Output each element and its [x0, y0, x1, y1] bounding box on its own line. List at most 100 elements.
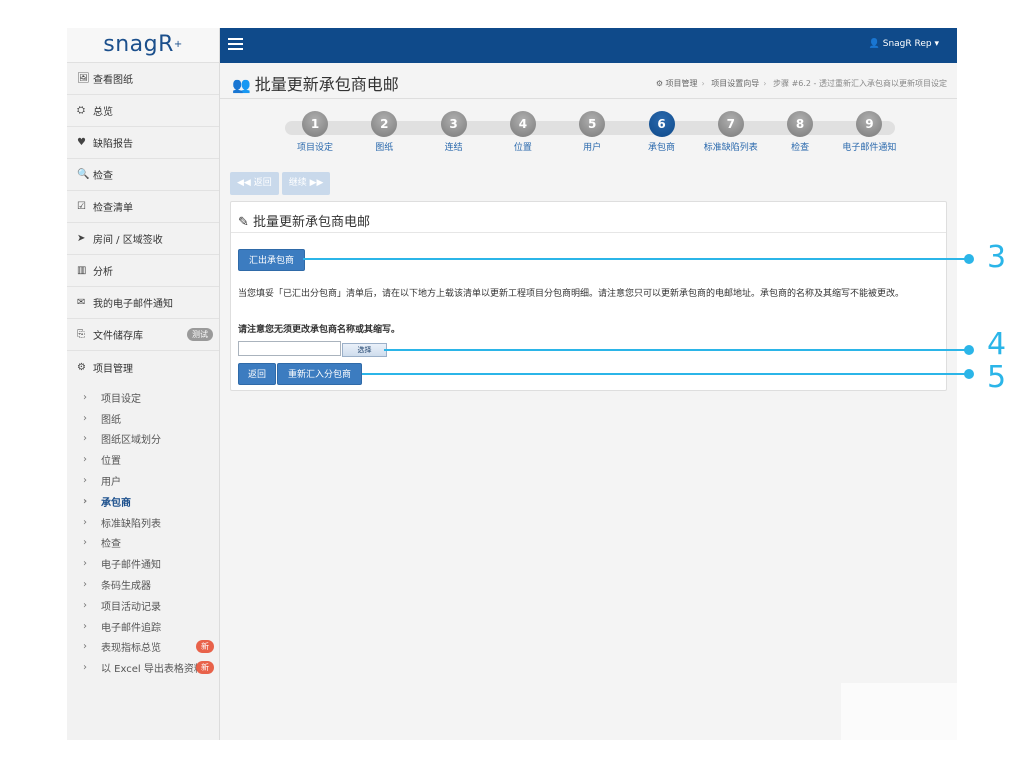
file-path-input[interactable]	[238, 341, 341, 356]
step-label: 检查	[791, 143, 810, 153]
submenu-item[interactable]: › 图纸	[67, 408, 219, 429]
sidebar-item-icon: ⎘	[77, 329, 85, 340]
submenu-item[interactable]: › 用户	[67, 470, 219, 491]
submenu-item[interactable]: › 电子邮件追踪	[67, 616, 219, 637]
new-badge: 新	[196, 661, 214, 675]
chevron-right-icon: ›	[83, 558, 87, 570]
sidebar-item[interactable]: ⎘ 文件储存库 测试	[67, 319, 219, 351]
step-number: 5	[579, 111, 606, 137]
wizard-step[interactable]: 4 位置	[488, 111, 558, 153]
top-bar: 👤 SnagR Rep ▾	[220, 28, 957, 63]
breadcrumb-item[interactable]: 项目管理	[666, 79, 698, 88]
submenu-item[interactable]: › 项目设定	[67, 387, 219, 408]
step-label: 用户	[583, 143, 602, 153]
sidebar-item-icon: ♥	[77, 137, 86, 148]
note-text: 请注意您无须更改承包商名称或其缩写。	[238, 325, 401, 335]
test-badge: 测试	[187, 328, 213, 341]
logo[interactable]: snagR+	[67, 28, 219, 63]
chevron-right-icon: ›	[83, 599, 87, 611]
export-contractors-button[interactable]: 汇出承包商	[238, 249, 306, 271]
wizard-step[interactable]: 2 图纸	[349, 111, 419, 153]
wizard-step[interactable]: 8 检查	[765, 111, 835, 153]
new-badge: 新	[196, 640, 214, 654]
sidebar-item[interactable]: ▥ 分析	[67, 255, 219, 287]
wizard-step[interactable]: 1 项目设定	[280, 111, 350, 153]
step-label: 承包商	[647, 143, 675, 153]
step-number: 8	[787, 111, 814, 137]
reimport-subcontractors-button[interactable]: 重新汇入分包商	[277, 363, 363, 385]
sidebar-item[interactable]: ♥ 缺陷报告	[67, 127, 219, 159]
wizard-step[interactable]: 7 标准缺陷列表	[696, 111, 766, 153]
sidebar-item[interactable]: 🖼 查看图纸	[67, 63, 219, 95]
step-number: 1	[302, 111, 328, 137]
submenu-item[interactable]: › 条码生成器	[67, 574, 219, 595]
sidebar-item-label: 查看图纸	[93, 75, 133, 86]
submenu-item-label: 项目设定	[101, 393, 141, 405]
sidebar-item[interactable]: ⛭ 总览	[67, 95, 219, 127]
breadcrumb-current: 步骤 #6.2 - 透过重新汇入承包商以更新项目设定	[773, 79, 947, 88]
chevron-right-icon: ›	[83, 516, 87, 528]
wizard-back-button[interactable]: ◀◀ 返回	[230, 172, 279, 195]
sidebar-item-label: 检查	[93, 171, 113, 182]
magic-wand-icon: ✎	[238, 215, 249, 230]
callout-number-4: 4	[987, 327, 1007, 362]
submenu-item-label: 标准缺陷列表	[101, 518, 161, 530]
wizard-step[interactable]: 9 电子邮件通知	[834, 111, 904, 153]
submenu-item[interactable]: › 标准缺陷列表	[67, 512, 219, 533]
sidebar-item[interactable]: ☑ 检查清单	[67, 191, 219, 223]
chevron-right-icon: ›	[83, 412, 87, 424]
chevron-right-icon: ›	[83, 433, 87, 445]
chevron-right-icon: ›	[83, 475, 87, 487]
callout-dot-3	[964, 254, 974, 264]
chevron-right-icon: ›	[83, 495, 88, 507]
step-number: 3	[440, 111, 467, 137]
bulk-update-panel: ✎ 批量更新承包商电邮 汇出承包商 当您填妥「已汇出分包商」清单后，请在以下地方…	[230, 201, 947, 391]
menu-icon[interactable]	[228, 38, 243, 52]
submenu-item[interactable]: › 以 Excel 导出表格资料新	[67, 657, 219, 678]
submenu-item[interactable]: › 项目活动记录	[67, 595, 219, 616]
submenu-item-label: 检查	[101, 539, 121, 551]
step-label: 标准缺陷列表	[703, 143, 758, 153]
info-text: 当您填妥「已汇出分包商」清单后，请在以下地方上载该清单以更新工程项目分包商明细。…	[238, 289, 905, 299]
submenu-item[interactable]: › 表现指标总览 新	[67, 637, 219, 658]
user-name: SnagR Rep ▾	[882, 39, 939, 49]
wizard-step[interactable]: 3 连结	[419, 111, 489, 153]
user-icon: 👤	[868, 39, 880, 49]
user-menu[interactable]: 👤 SnagR Rep ▾	[869, 39, 939, 49]
submenu-item[interactable]: › 图纸区域划分	[67, 429, 219, 450]
back-button[interactable]: 返回	[238, 363, 277, 385]
breadcrumb: ⚙ 项目管理 › 项目设置向导 › 步骤 #6.2 - 透过重新汇入承包商以更新项目…	[655, 79, 947, 88]
sidebar-item[interactable]: 🔍 检查	[67, 159, 219, 191]
sidebar-item[interactable]: ➤ 房间 / 区域签收	[67, 223, 219, 255]
submenu-item-label: 以 Excel 导出表格资料	[101, 664, 204, 676]
sidebar-item-label: 我的电子邮件通知	[93, 299, 173, 310]
browse-button[interactable]: 选择	[342, 343, 387, 357]
step-number: 9	[856, 111, 883, 137]
step-label: 连结	[444, 143, 463, 153]
sidebar: snagR+ 🖼 查看图纸 ⛭ 总览 ♥ 缺陷报告 🔍 检查 ☑ 检查清单 ➤ 房间 / 区域签收 ▥ 分…	[67, 28, 220, 740]
wizard-step[interactable]: 5 用户	[557, 111, 627, 153]
wizard-next-button[interactable]: 继续 ▶▶	[281, 172, 331, 195]
wizard-nav: ◀◀ 返回 继续 ▶▶	[230, 170, 333, 195]
breadcrumb-item[interactable]: 项目设置向导	[711, 79, 759, 88]
sidebar-item-icon: 🔍	[77, 169, 90, 180]
sidebar-item[interactable]: ⚙ 项目管理	[67, 351, 219, 383]
submenu-item[interactable]: › 检查	[67, 533, 219, 554]
page-header: 👥 批量更新承包商电邮 ⚙ 项目管理 › 项目设置向导 › 步骤 #6.2 - 透过重…	[220, 63, 957, 99]
step-label: 项目设定	[296, 143, 333, 153]
sidebar-item-icon: ☑	[77, 201, 86, 212]
step-label: 图纸	[375, 143, 394, 153]
sidebar-item-label: 分析	[93, 267, 113, 278]
main-content: 👥 批量更新承包商电邮 ⚙ 项目管理 › 项目设置向导 › 步骤 #6.2 - 透过重…	[220, 63, 957, 740]
users-icon: 👥	[232, 76, 251, 94]
callout-number-3: 3	[987, 240, 1007, 275]
chevron-right-icon: ›	[83, 620, 87, 632]
submenu-item[interactable]: › 位置	[67, 449, 219, 470]
step-label: 电子邮件通知	[842, 143, 897, 153]
submenu-item[interactable]: › 电子邮件通知	[67, 553, 219, 574]
submenu-item-label: 表现指标总览	[101, 643, 161, 655]
submenu-item[interactable]: › 承包商	[67, 491, 219, 512]
callout-number-5: 5	[987, 360, 1007, 395]
wizard-step[interactable]: 6 承包商	[627, 111, 697, 153]
sidebar-item[interactable]: ✉ 我的电子邮件通知	[67, 287, 219, 319]
